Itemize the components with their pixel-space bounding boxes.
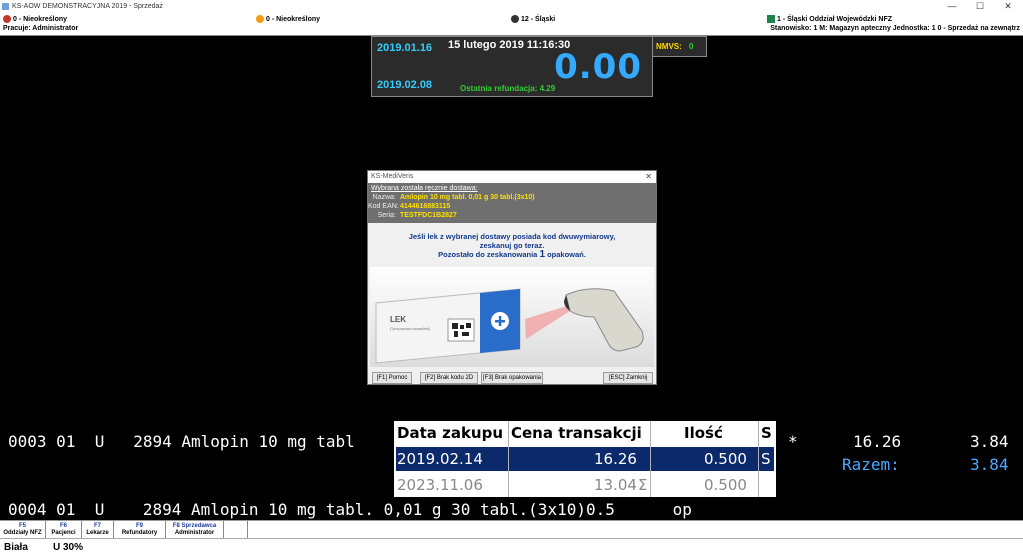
row1-date: 2019.02.14	[397, 450, 483, 468]
function-key-bar: F5 Oddziały NFZ F6 Pacjenci F7 Lekarze F9 Re…	[0, 520, 1023, 539]
series-value: TESTFDC1B2827	[400, 212, 457, 219]
f8-seller-button[interactable]: F8 Sprzedawca Administrator	[166, 521, 224, 539]
info-item-2[interactable]: 0 - Nieokreślony	[256, 15, 320, 23]
amount-value: 0.00	[554, 47, 642, 87]
f7-doctors-button[interactable]: F7 Lekarze	[82, 521, 114, 539]
remaining-unit: opakowań.	[547, 250, 586, 259]
status-left: Biała	[4, 542, 28, 553]
last-refund: Ostatnia refundacja: 4.29	[460, 84, 556, 93]
name-value: Amlopin 10 mg tabl. 0,01 g 30 tabl.(3x10…	[400, 194, 535, 201]
col-price-header: Cena transakcji	[511, 424, 642, 442]
remaining-label: Pozostało do zeskanowania	[438, 250, 538, 259]
maximize-button[interactable]: ☐	[966, 0, 994, 13]
status-right: U 30%	[53, 542, 84, 553]
no-package-button[interactable]: [F3] Brak opakowania	[481, 372, 543, 384]
delivery-info: Wybrana została ręcznie dostawa: Nazwa: A…	[368, 183, 656, 223]
line-value: 3.84	[970, 432, 1009, 451]
close-dialog-button[interactable]: [ESC] Zamknij	[603, 372, 653, 384]
fkey-empty	[224, 521, 248, 539]
f9-refunders-button[interactable]: F9 Refundatory	[114, 521, 166, 539]
sigma-icon: Σ	[638, 476, 648, 494]
scanner-illustration: LEK [Tymczasowa nazwa/test]	[370, 267, 654, 367]
nmvs-value: 0	[689, 42, 694, 51]
dialog-close-icon[interactable]: ✕	[645, 172, 652, 181]
line-marker: *	[788, 432, 798, 451]
date-top: 2019.01.16	[377, 42, 433, 54]
station-label: Stanowisko: 1 M: Magazyn apteczny Jednos…	[770, 25, 1020, 32]
row2-price: 13.04	[594, 476, 637, 494]
col-qty-header: Ilość	[684, 424, 723, 442]
info-item-2-label: 0 - Nieokreślony	[266, 15, 321, 23]
datamatrix-icon	[447, 318, 475, 342]
no-2d-code-button[interactable]: [F2] Brak kodu 2D	[420, 372, 478, 384]
row1-price: 16.26	[594, 450, 637, 468]
ean-label: Kod EAN:	[368, 203, 399, 210]
info-item-3-label: 12 - Śląski	[521, 15, 556, 23]
nmvs-label: NMVS:	[656, 42, 682, 51]
row2-date: 2023.11.06	[397, 476, 483, 494]
barcode-scanner-icon	[565, 288, 644, 352]
remaining-count: 1	[539, 249, 545, 260]
row1-qty: 0.500	[704, 450, 747, 468]
popup-header: Data zakupu Cena transakcji Ilość S	[394, 421, 776, 445]
box-subtitle: [Tymczasowa nazwa/test]	[390, 327, 430, 331]
nmvs-indicator: NMVS: 0	[652, 36, 707, 57]
info-item-1-label: 0 - Nieokreślony	[13, 15, 68, 23]
row1-s: S	[761, 450, 771, 468]
dialog-titlebar: KS-MediVeris ✕	[368, 171, 656, 183]
row2-qty: 0.500	[704, 476, 747, 494]
settings-icon	[511, 15, 519, 23]
scan-message: Jeśli lek z wybranej dostawy posiada kod…	[368, 232, 656, 260]
scan-message-line1: Jeśli lek z wybranej dostawy posiada kod…	[408, 232, 616, 241]
date-bottom: 2019.02.08	[377, 79, 433, 91]
purchase-history-popup: Data zakupu Cena transakcji Ilość S 2019…	[394, 421, 776, 497]
ean-value: 4144616883115	[400, 203, 451, 210]
series-label: Seria:	[377, 212, 396, 219]
info-item-3[interactable]: 12 - Śląski	[511, 15, 555, 23]
delivery-header: Wybrana została ręcznie dostawa:	[371, 185, 478, 192]
status-bar: Biała U 30%	[0, 538, 1023, 556]
amount-display: 2019.01.16 15 lutego 2019 11:16:30 0.00 …	[371, 36, 653, 97]
minimize-button[interactable]: —	[938, 0, 966, 13]
mediveris-dialog: KS-MediVeris ✕ Wybrana została ręcznie d…	[367, 170, 657, 385]
line-price: 16.26	[853, 432, 902, 451]
info-item-1[interactable]: 0 - Nieokreślony	[3, 15, 67, 23]
help-button[interactable]: [F1] Pomoc	[372, 372, 412, 384]
scan-message-line3: Pozostało do zeskanowania 1 opakowań.	[368, 249, 656, 260]
f5-nfz-button[interactable]: F5 Oddziały NFZ	[0, 521, 46, 539]
scan-message-line2: zeskanuj go teraz.	[479, 241, 545, 250]
dialog-title: KS-MediVeris	[371, 173, 414, 180]
user-label: Pracuje: Administrator	[3, 25, 79, 32]
window-title: KS-AOW DEMONSTRACYJNA 2019 - Sprzedaż	[12, 3, 163, 10]
info-item-4[interactable]: 1 - Śląski Oddział Wojewódzki NFZ	[767, 15, 892, 23]
f6-patients-button[interactable]: F6 Pacjenci	[46, 521, 82, 539]
info-item-4-label: 1 - Śląski Oddział Wojewódzki NFZ	[777, 15, 893, 23]
sale-line-0003[interactable]: 0003 01 U 2894 Amlopin 10 mg tabl	[8, 432, 355, 451]
person-icon	[3, 15, 11, 23]
current-datetime: 15 lutego 2019 11:16:30	[448, 39, 571, 51]
info-bar: 0 - Nieokreślony 0 - Nieokreślony 12 - Ś…	[0, 13, 1023, 36]
window-titlebar: KS-AOW DEMONSTRACYJNA 2019 - Sprzedaż — …	[0, 0, 1023, 13]
doctor-icon	[256, 15, 264, 23]
col-s-header: S	[761, 424, 772, 442]
col-date-header: Data zakupu	[397, 424, 504, 442]
name-label: Nazwa:	[372, 194, 396, 201]
close-button[interactable]: ✕	[994, 0, 1022, 13]
building-icon	[767, 15, 775, 23]
app-icon	[2, 3, 9, 10]
total-label: Razem:	[842, 455, 900, 474]
total-value: 3.84	[970, 455, 1009, 474]
box-title: LEK	[390, 315, 406, 324]
sale-line-0004[interactable]: 0004 01 U 2894 Amlopin 10 mg tabl. 0,01 …	[8, 500, 692, 519]
